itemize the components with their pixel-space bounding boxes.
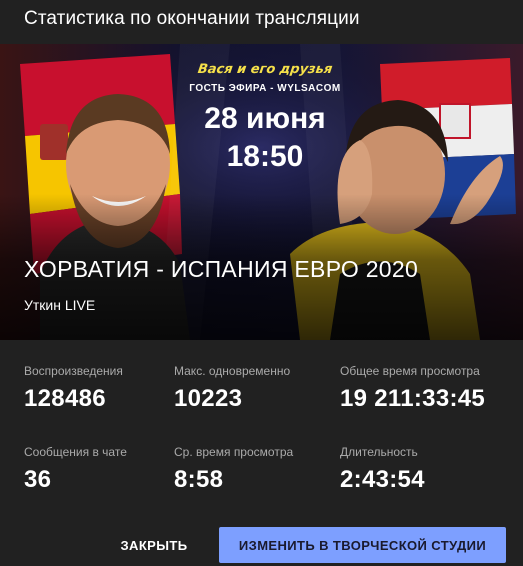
stat-value: 2:43:54 [340, 466, 425, 493]
stat-peak-concurrent: Макс. одновременно 10223 [174, 364, 290, 413]
stat-label: Общее время просмотра [340, 364, 480, 378]
promo-time: 18:50 [226, 140, 304, 173]
close-button[interactable]: ЗАКРЫТЬ [106, 527, 202, 563]
stat-total-watch-time: Общее время просмотра 19 211:33:45 [340, 364, 485, 413]
promo-date: 28 июня [204, 102, 326, 135]
stat-value: 8:58 [174, 466, 224, 493]
stat-label: Воспроизведения [24, 364, 123, 378]
stat-value: 128486 [24, 385, 106, 412]
stat-label: Макс. одновременно [174, 364, 291, 378]
promo-guest: ГОСТЬ ЭФИРА - WYLSACOM [189, 83, 341, 94]
promo-banner: Вася и его друзья ГОСТЬ ЭФИРА - WYLSACOM… [180, 62, 350, 174]
stat-value: 19 211:33:45 [340, 385, 486, 412]
dialog-title: Статистика по окончании трансляции [24, 8, 360, 29]
stat-chat-messages: Сообщения в чате 36 [24, 445, 127, 494]
promo-show-name: Вася и его друзья [196, 62, 334, 77]
stat-label: Ср. время просмотра [174, 445, 294, 459]
stat-views: Воспроизведения 128486 [24, 364, 123, 413]
stat-label: Сообщения в чате [24, 445, 127, 459]
channel-name: Уткин LIVE [24, 297, 96, 313]
stat-value: 10223 [174, 385, 243, 412]
edit-in-studio-button[interactable]: ИЗМЕНИТЬ В ТВОРЧЕСКОЙ СТУДИИ [219, 527, 506, 563]
stat-avg-watch-time: Ср. время просмотра 8:58 [174, 445, 293, 494]
stream-stats-dialog: Статистика по окончании трансляции Вася … [0, 0, 523, 566]
stat-duration: Длительность 2:43:54 [340, 445, 425, 494]
video-thumbnail: Вася и его друзья ГОСТЬ ЭФИРА - WYLSACOM… [0, 44, 523, 340]
stat-label: Длительность [340, 445, 418, 459]
stats-grid: Воспроизведения 128486 Макс. одновременн… [0, 340, 523, 510]
stat-value: 36 [24, 466, 52, 493]
dialog-header: Статистика по окончании трансляции [0, 0, 523, 44]
video-title: ХОРВАТИЯ - ИСПАНИЯ ЕВРО 2020 [24, 256, 419, 282]
